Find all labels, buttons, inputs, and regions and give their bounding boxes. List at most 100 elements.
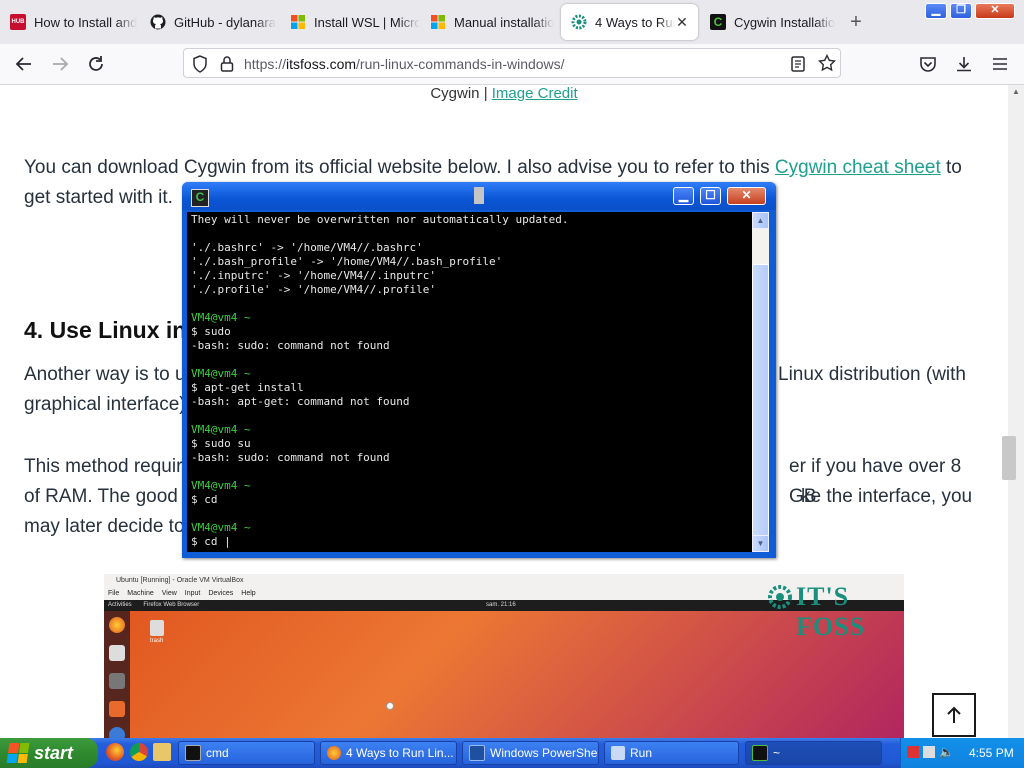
page-scrollbar-thumb[interactable] [1002, 436, 1016, 480]
terminal-output-line: $ cd | [191, 535, 231, 548]
explorer-quicklaunch-icon[interactable] [153, 743, 171, 761]
cygwin-minimize-button[interactable]: ▁ [673, 187, 694, 205]
taskbar-item-cygwin[interactable]: ~ [745, 741, 882, 765]
maximize-window-button[interactable]: ❐ [950, 3, 972, 19]
section-heading: 4. Use Linux in [24, 317, 187, 343]
taskbar-item-powershell[interactable]: Windows PowerShell [462, 741, 599, 765]
tab-github[interactable]: GitHub - dylanara [140, 4, 280, 40]
start-button[interactable]: start [0, 738, 98, 768]
reload-icon [89, 56, 103, 71]
lock-icon[interactable] [220, 55, 234, 78]
mouse-cursor [386, 702, 394, 710]
cygwin-icon: C [191, 189, 209, 207]
chrome-quicklaunch-icon[interactable] [130, 743, 148, 761]
taskbar-item-cmd[interactable]: cmd [178, 741, 315, 765]
pocket-button[interactable] [916, 52, 940, 76]
system-tray: 🔈 4:55 PM [900, 738, 1024, 768]
scroll-down-arrow-icon[interactable]: ▼ [752, 535, 769, 552]
downloads-button[interactable] [952, 52, 976, 76]
volume-icon[interactable]: 🔈 [939, 745, 954, 759]
reader-view-icon[interactable] [790, 55, 806, 78]
bookmark-star-icon[interactable] [817, 53, 837, 77]
scroll-up-arrow-icon[interactable]: ▲ [752, 212, 769, 229]
menu-button[interactable] [988, 52, 1012, 76]
terminal-prompt-line: VM4@vm4 ~ [191, 479, 251, 492]
shield-icon[interactable] [192, 55, 208, 78]
cygwin-cheat-sheet-link[interactable]: Cygwin cheat sheet [775, 157, 941, 178]
nav-bar: https://itsfoss.com/run-linux-commands-i… [0, 44, 1024, 85]
taskbar: start cmd 4 Ways to Run Lin... Windows P… [0, 738, 1024, 768]
cygwin-terminal-window[interactable]: C ▁ ☐ ✕ They will never be overwritten n… [182, 182, 776, 558]
close-window-button[interactable]: ✕ [975, 3, 1015, 19]
terminal-output-line: $ apt-get install [191, 381, 304, 394]
firefox-icon [327, 746, 341, 760]
url-bar[interactable]: https://itsfoss.com/run-linux-commands-i… [183, 48, 841, 78]
itsfoss-watermark: IT'S FOSS [796, 582, 866, 641]
tab-install-wsl[interactable]: Install WSL | Micro [280, 4, 420, 40]
trash-icon [150, 620, 164, 636]
terminal-output-line: './.bashrc' -> '/home/VM4//.bashrc' [191, 241, 423, 254]
forward-button[interactable] [48, 52, 72, 76]
taskbar-item-run[interactable]: Run [604, 741, 739, 765]
tab-how-to-install[interactable]: HUB How to Install and [0, 4, 140, 40]
itsfoss-icon [571, 14, 587, 30]
tab-cygwin-installation[interactable]: C Cygwin Installatio [700, 4, 840, 40]
tab-4-ways-to-run-linux[interactable]: 4 Ways to Run L ✕ [561, 4, 698, 40]
files-icon [109, 673, 125, 689]
cygwin-icon [752, 745, 768, 761]
tab-manual-installation[interactable]: Manual installatio [420, 4, 560, 40]
firefox-icon [109, 617, 125, 633]
cygwin-title-bar[interactable]: C ▁ ☐ ✕ [182, 182, 776, 210]
cygwin-icon: C [710, 14, 726, 30]
terminal-output-line: './.bash_profile' -> '/home/VM4//.bash_p… [191, 255, 503, 268]
terminal-prompt-line: VM4@vm4 ~ [191, 521, 251, 534]
forward-arrow-icon [53, 57, 69, 71]
itsfoss-watermark-logo [767, 584, 793, 615]
terminal-scrollbar-thumb[interactable] [752, 264, 769, 538]
terminal-prompt-line: VM4@vm4 ~ [191, 423, 251, 436]
new-tab-button[interactable]: + [844, 4, 868, 40]
terminal-output-line: './.profile' -> '/home/VM4//.profile' [191, 283, 437, 296]
firefox-quicklaunch-icon[interactable] [106, 743, 124, 761]
terminal-prompt-line: VM4@vm4 ~ [191, 311, 251, 324]
microsoft-icon [430, 14, 446, 30]
cygwin-close-button[interactable]: ✕ [727, 187, 766, 205]
virtualbox-screenshot-image: Ubuntu [Running] - Oracle VM VirtualBox … [104, 574, 904, 740]
terminal-scrollbar[interactable]: ▲ ▼ [752, 212, 769, 552]
terminal-output-line: -bash: sudo: command not found [191, 339, 390, 352]
close-tab-icon[interactable]: ✕ [674, 14, 690, 30]
terminal-output-line: They will never be overwritten nor autom… [191, 213, 569, 226]
terminal-output[interactable]: They will never be overwritten nor autom… [187, 212, 753, 552]
image-credit-link[interactable]: Image Credit [492, 85, 578, 102]
network-icon[interactable] [907, 746, 919, 758]
scroll-up-icon[interactable]: ▲ [1012, 87, 1020, 96]
minimize-window-button[interactable]: ▁ [925, 3, 947, 19]
back-to-top-button[interactable] [932, 693, 976, 737]
back-arrow-icon [15, 57, 31, 71]
pocket-icon [920, 57, 936, 72]
image-caption: Cygwin | Image Credit [430, 85, 578, 102]
tab-bar: HUB How to Install and GitHub - dylanara… [0, 0, 1024, 44]
taskbar-item-firefox[interactable]: 4 Ways to Run Lin... [320, 741, 457, 765]
download-icon [957, 57, 971, 72]
help-icon[interactable] [923, 746, 935, 758]
reload-button[interactable] [84, 52, 108, 76]
ubuntu-desktop [104, 611, 904, 740]
software-icon [109, 701, 125, 717]
cygwin-maximize-button[interactable]: ☐ [700, 187, 721, 205]
terminal-output-line: -bash: apt-get: command not found [191, 395, 410, 408]
microsoft-icon [290, 14, 306, 30]
back-button[interactable] [12, 52, 36, 76]
terminal-output-line: $ cd [191, 493, 218, 506]
ubuntu-dock [104, 611, 130, 740]
terminal-output-line: $ sudo [191, 325, 231, 338]
rhythmbox-icon [109, 645, 125, 661]
cmd-icon [185, 745, 201, 761]
page-scrollbar[interactable]: ▲ [1008, 85, 1024, 740]
terminal-text: They will never be overwritten nor autom… [187, 212, 753, 549]
title-selection [474, 187, 484, 204]
taskbar-clock: 4:55 PM [969, 746, 1014, 760]
terminal-output-line: -bash: sudo: command not found [191, 451, 390, 464]
powershell-icon [469, 745, 485, 761]
terminal-prompt-line: VM4@vm4 ~ [191, 367, 251, 380]
